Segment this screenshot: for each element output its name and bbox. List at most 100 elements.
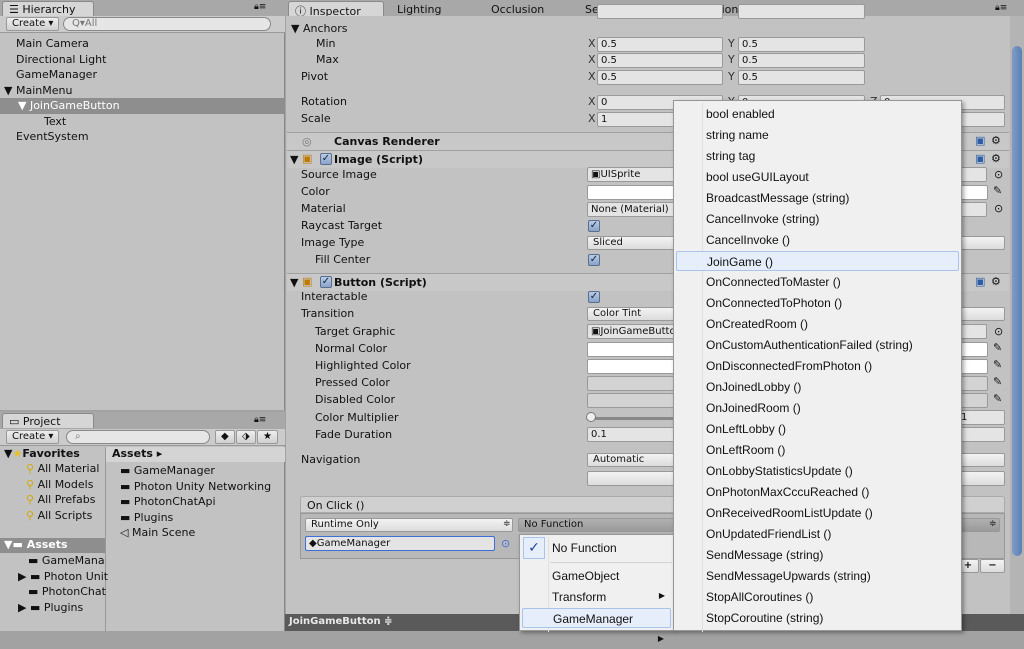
object-picker-icon[interactable]: ⊙ (994, 168, 1003, 181)
menu-item[interactable]: OnReceivedRoomListUpdate () (676, 503, 959, 523)
favorite-star-icon[interactable]: ★ (257, 430, 278, 444)
assets-tree-header[interactable]: ▼▬ Assets (0, 538, 105, 553)
menu-item[interactable]: OnPhotonMaxCccuReached () (676, 482, 959, 502)
menu-item[interactable]: bool useGUILayout (676, 167, 959, 187)
tab-project[interactable]: ▭ Project (2, 413, 94, 428)
value-field[interactable]: 0.5 (597, 37, 723, 52)
object-picker-icon[interactable]: ⊙ (994, 202, 1003, 215)
slider-thumb[interactable] (586, 412, 596, 422)
gear-icon[interactable]: ⚙ (991, 134, 1001, 147)
asset-tree-item[interactable]: ▶ ▬ Plugins (18, 601, 83, 614)
hierarchy-item[interactable]: Text (0, 114, 285, 130)
filter-type-icon[interactable]: ◆ (215, 430, 235, 444)
lock-icon[interactable]: 🔒︎≡ (254, 415, 266, 425)
menu-item[interactable]: string tag (676, 146, 959, 166)
preview-object-name[interactable]: JoinGameButton ≑ (289, 616, 392, 627)
value-field[interactable]: 0.5 (597, 53, 723, 68)
menu-item[interactable]: string name (676, 125, 959, 145)
eyedropper-icon[interactable]: ✎ (993, 375, 1002, 388)
menu-item[interactable]: OnDisconnectedFromPhoton () (676, 356, 959, 376)
asset-file-folder[interactable]: ▬ Plugins (120, 511, 173, 524)
hierarchy-item[interactable]: Directional Light (0, 52, 285, 68)
menu-item[interactable]: OnJoinedLobby () (676, 377, 959, 397)
menu-item[interactable]: JoinGame () (676, 251, 959, 271)
menu-item[interactable]: Transform▶ (522, 587, 671, 621)
menu-item[interactable]: SendMessage (string) (676, 545, 959, 565)
eyedropper-icon[interactable]: ✎ (993, 358, 1002, 371)
hierarchy-item[interactable]: EventSystem (0, 129, 285, 145)
menu-item[interactable]: StopAllCoroutines () (676, 587, 959, 607)
menu-item[interactable]: OnCreatedRoom () (676, 314, 959, 334)
favorite-item[interactable]: ⚲ All Models (26, 478, 93, 491)
menu-item[interactable]: OnUpdatedFriendList () (676, 524, 959, 544)
favorite-item[interactable]: ⚲ All Material (26, 462, 99, 475)
asset-file-unity[interactable]: ◁ Main Scene (120, 526, 195, 539)
gear-icon[interactable]: ⚙ (991, 275, 1001, 288)
runtime-dropdown[interactable]: Runtime Only (305, 518, 513, 532)
lock-icon[interactable]: 🔒︎≡ (254, 2, 266, 12)
search-input[interactable]: ⌕ (66, 430, 210, 444)
menu-item[interactable]: OnConnectedToMaster () (676, 272, 959, 292)
value-field[interactable] (738, 4, 865, 19)
favorites-header[interactable]: ▼★Favorites (4, 447, 80, 460)
tab-inspector[interactable]: ⓘ Inspector (288, 1, 384, 18)
asset-file-folder[interactable]: ▬ GameManager (120, 464, 215, 477)
menu-item[interactable]: OnConnectedToPhoton () (676, 293, 959, 313)
tab-lighting[interactable]: Lighting (390, 1, 448, 16)
asset-tree-item[interactable]: ▬ PhotonChat (28, 585, 106, 598)
value-field[interactable]: 0.5 (597, 70, 723, 85)
menu-item[interactable]: OnJoinedRoom () (676, 398, 959, 418)
menu-item[interactable]: BroadcastMessage (string) (676, 188, 959, 208)
hierarchy-item[interactable]: ▼ MainMenu (0, 83, 285, 99)
inspector-scrollbar[interactable] (1010, 16, 1024, 614)
favorite-item[interactable]: ⚲ All Prefabs (26, 493, 96, 506)
asset-tree-item[interactable]: ▬ GameMana (28, 554, 105, 567)
object-picker-icon[interactable]: ⊙ (994, 325, 1003, 338)
enabled-checkbox[interactable]: ✓ (320, 276, 332, 288)
tab-occlusion[interactable]: Occlusion (484, 1, 551, 16)
eyedropper-icon[interactable]: ✎ (993, 341, 1002, 354)
favorite-item[interactable]: ⚲ All Scripts (26, 509, 92, 522)
hierarchy-item[interactable]: ▼ JoinGameButton (0, 98, 285, 114)
lock-icon[interactable]: 🔒︎≡ (995, 3, 1007, 13)
gear-icon[interactable]: ⚙ (991, 152, 1001, 165)
asset-file-folder[interactable]: ▬ PhotonChatApi (120, 495, 216, 508)
eyedropper-icon[interactable]: ✎ (993, 184, 1002, 197)
create-button[interactable]: Create ▾ (6, 430, 60, 444)
help-icon[interactable]: ▣ (975, 134, 985, 147)
hierarchy-item[interactable]: GameManager (0, 67, 285, 83)
menu-item[interactable]: CancelInvoke (string) (676, 209, 959, 229)
hierarchy-item[interactable]: Main Camera (0, 36, 285, 52)
help-icon[interactable]: ▣ (975, 275, 985, 288)
value-field[interactable]: 0.5 (738, 70, 865, 85)
menu-item[interactable]: OnLeftRoom () (676, 440, 959, 460)
interactable-checkbox[interactable]: ✓ (588, 291, 600, 303)
object-picker-icon[interactable]: ⊙ (501, 537, 510, 550)
tab-hierarchy[interactable]: ☰ Hierarchy (2, 1, 94, 16)
menu-item[interactable]: OnCustomAuthenticationFailed (string) (676, 335, 959, 355)
menu-item[interactable]: bool enabled (676, 104, 959, 124)
menu-item[interactable]: StopCoroutine (string) (676, 608, 959, 628)
object-field[interactable]: ◆GameManager (305, 536, 495, 551)
scrollbar-thumb[interactable] (1012, 46, 1022, 556)
asset-file-folder[interactable]: ▬ Photon Unity Networking (120, 480, 271, 493)
raycast-checkbox[interactable]: ✓ (588, 220, 600, 232)
fill-center-checkbox[interactable]: ✓ (588, 254, 600, 266)
multiplier-field[interactable]: 1 (957, 410, 1005, 425)
asset-tree-item[interactable]: ▶ ▬ Photon Unit (18, 570, 108, 583)
enabled-checkbox[interactable]: ✓ (320, 153, 332, 165)
menu-item[interactable]: GameManager ▶ (522, 608, 671, 643)
menu-item[interactable]: SendMessageUpwards (string) (676, 566, 959, 586)
help-icon[interactable]: ▣ (975, 152, 985, 165)
menu-item[interactable]: OnLobbyStatisticsUpdate () (676, 461, 959, 481)
filter-label-icon[interactable]: ⬗ (236, 430, 256, 444)
search-input[interactable]: Q▾All (63, 17, 271, 31)
remove-listener-button[interactable]: − (980, 559, 1005, 573)
value-field[interactable]: 0.5 (738, 53, 865, 68)
menu-item[interactable]: GameObject ▶ (522, 566, 671, 600)
menu-item[interactable]: OnLeftLobby () (676, 419, 959, 439)
menu-item[interactable]: CancelInvoke () (676, 230, 959, 250)
eyedropper-icon[interactable]: ✎ (993, 392, 1002, 405)
value-field[interactable] (597, 4, 723, 19)
create-button[interactable]: Create ▾ (6, 17, 60, 31)
